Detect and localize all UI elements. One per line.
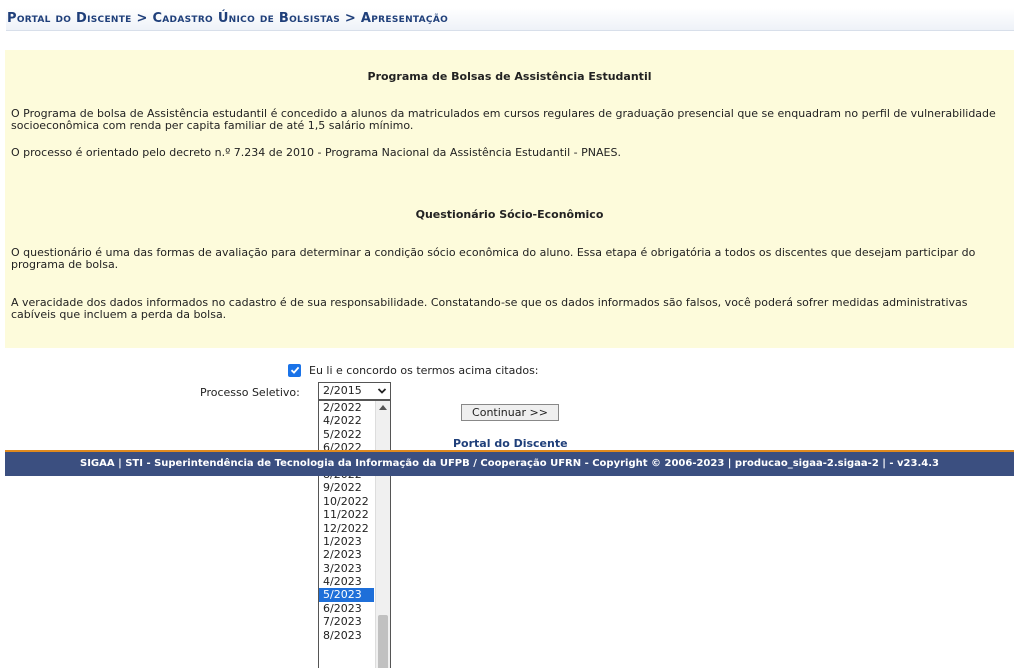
breadcrumb: Portal do Discente > Cadastro Único de B… [6, 8, 1014, 31]
footer: SIGAA | STI - Superintendência de Tecnol… [5, 452, 1014, 476]
terms-row: Eu li e concordo os termos acima citados… [288, 363, 539, 377]
dropdown-option[interactable]: 4/2023 [319, 575, 371, 588]
dropdown-option[interactable]: 12/2022 [319, 522, 371, 535]
process-select-value: 2/2015 [323, 384, 362, 397]
section-heading-questionnaire: Questionário Sócio-Econômico [415, 208, 604, 221]
checkmark-icon [290, 366, 299, 374]
dropdown-option[interactable]: 11/2022 [319, 508, 371, 521]
info-panel: Programa de Bolsas de Assistência Estuda… [5, 50, 1014, 348]
veracity-warning: A veracidade dos dados informados no cad… [11, 296, 968, 321]
dropdown-option[interactable]: 10/2022 [319, 495, 371, 508]
dropdown-option[interactable]: 2/2022 [319, 401, 371, 414]
questionnaire-description: O questionário é uma das formas de avali… [11, 246, 976, 271]
process-select[interactable]: 2/2015 [318, 382, 391, 400]
terms-checkbox[interactable] [288, 363, 301, 377]
dropdown-option[interactable]: 4/2022 [319, 414, 371, 427]
dropdown-option[interactable]: 1/2023 [319, 535, 371, 548]
dropdown-option[interactable]: 8/2023 [319, 629, 371, 642]
terms-label: Eu li e concordo os termos acima citados… [309, 363, 539, 377]
process-label: Processo Seletivo: [200, 386, 300, 399]
dropdown-option[interactable]: 6/2023 [319, 602, 371, 615]
dropdown-option[interactable]: 5/2022 [319, 428, 371, 441]
dropdown-option[interactable]: 9/2022 [319, 481, 371, 494]
continue-button[interactable]: Continuar >> [461, 404, 559, 421]
scroll-up-arrow-icon[interactable] [379, 405, 387, 410]
process-decree-text: O processo é orientado pelo decreto n.º … [11, 146, 621, 159]
program-description: O Programa de bolsa de Assistência estud… [11, 107, 996, 132]
dropdown-option[interactable]: 7/2023 [319, 615, 371, 628]
portal-discente-link[interactable]: Portal do Discente [453, 437, 568, 450]
dropdown-option[interactable]: 3/2023 [319, 562, 371, 575]
scroll-thumb[interactable] [378, 615, 388, 668]
dropdown-scrollbar[interactable] [375, 401, 390, 668]
dropdown-option[interactable]: 2/2023 [319, 548, 371, 561]
dropdown-option[interactable]: 5/2023 [319, 588, 374, 602]
process-dropdown-list[interactable]: 2/20224/20225/20226/20227/20228/20229/20… [318, 400, 391, 668]
section-heading-program: Programa de Bolsas de Assistência Estuda… [367, 70, 652, 83]
